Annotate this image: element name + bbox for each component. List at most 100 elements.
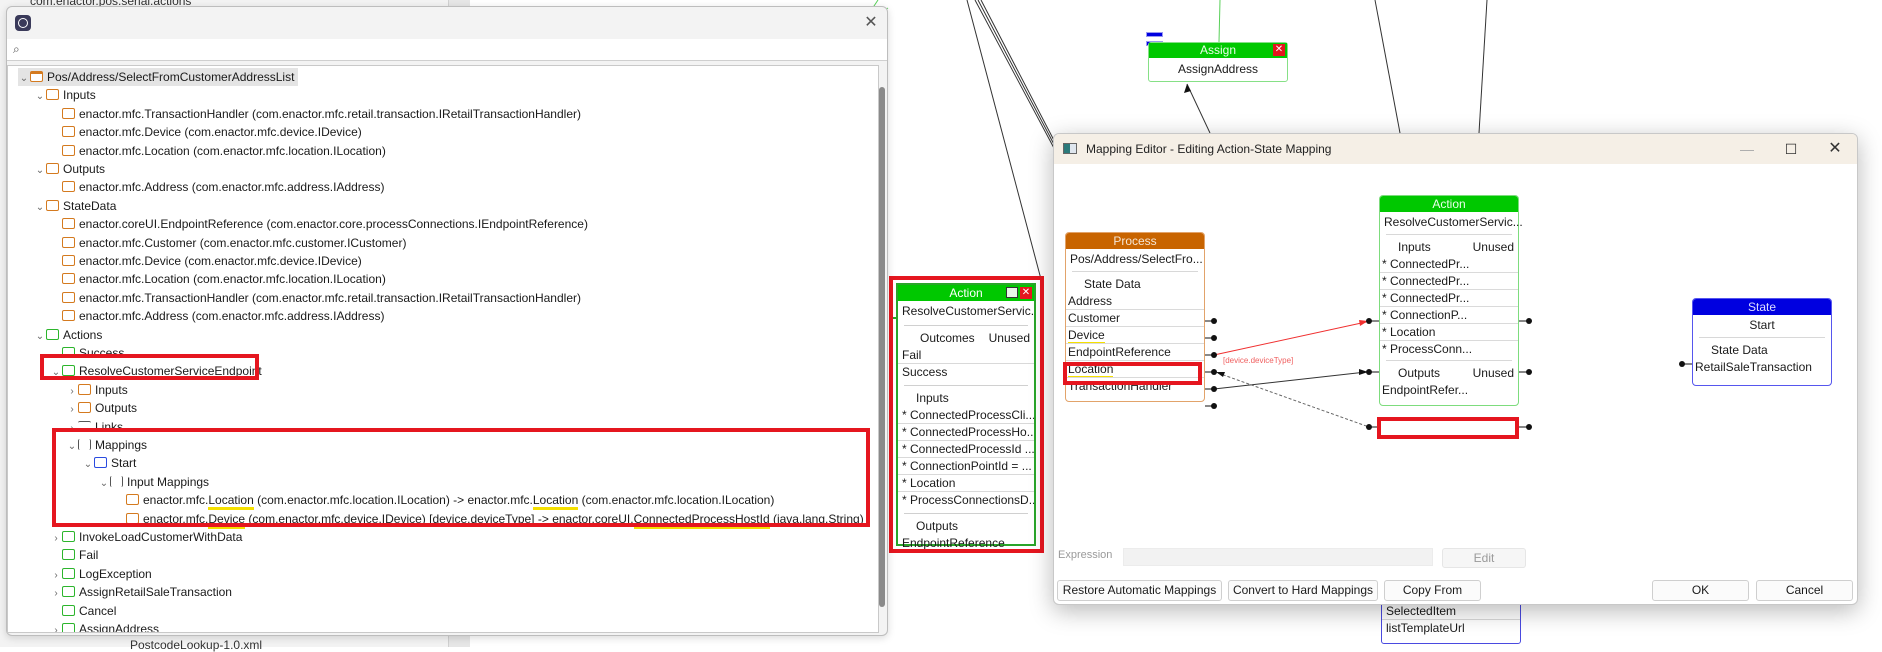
tree-item[interactable]: enactor.coreUI.EndpointReference (com.en… bbox=[50, 215, 588, 233]
close-button[interactable]: ✕ bbox=[1813, 134, 1857, 164]
state-node-partial[interactable]: SelectedItem listTemplateUrl bbox=[1381, 600, 1521, 644]
state-data-row[interactable]: Device bbox=[1066, 327, 1204, 344]
chevron-right-icon[interactable]: › bbox=[50, 567, 62, 585]
edit-button[interactable]: Edit bbox=[1442, 548, 1526, 568]
tree-item[interactable]: Success bbox=[50, 344, 124, 362]
input-row[interactable]: * ConnectionPointId = ... bbox=[898, 458, 1034, 475]
close-icon[interactable]: ✕ bbox=[861, 13, 881, 33]
tree-item[interactable]: ⌄ ResolveCustomerServiceEndpoint bbox=[50, 362, 262, 380]
port[interactable] bbox=[1211, 318, 1217, 324]
tree-item[interactable]: Fail bbox=[50, 546, 98, 564]
dialog-titlebar[interactable]: Mapping Editor - Editing Action-State Ma… bbox=[1054, 134, 1857, 164]
port[interactable] bbox=[1211, 369, 1217, 375]
state-data-row[interactable]: RetailSaleTransaction bbox=[1693, 359, 1831, 376]
port[interactable] bbox=[1211, 352, 1217, 358]
port[interactable] bbox=[1526, 318, 1532, 324]
port[interactable] bbox=[1366, 424, 1372, 430]
port[interactable] bbox=[1211, 403, 1217, 409]
mappings-icon[interactable] bbox=[1006, 287, 1018, 298]
chevron-down-icon[interactable]: ⌄ bbox=[98, 475, 110, 493]
port[interactable] bbox=[1526, 369, 1532, 375]
background-tree-item[interactable]: PostcodeLookup-1.0.xml bbox=[130, 638, 262, 652]
location-mapping-link[interactable] bbox=[1213, 371, 1367, 390]
chevron-down-icon[interactable]: ⌄ bbox=[18, 70, 30, 88]
tree-item[interactable]: enactor.mfc.Address (com.enactor.mfc.add… bbox=[50, 178, 384, 196]
filter-input[interactable] bbox=[29, 41, 849, 59]
tree-item[interactable]: ⌄ Mappings bbox=[66, 436, 147, 454]
tree-item[interactable]: › Inputs bbox=[66, 381, 127, 401]
tree-item[interactable]: enactor.mfc.Device (com.enactor.mfc.devi… bbox=[50, 252, 362, 270]
input-row[interactable]: * ConnectedPr... bbox=[1380, 273, 1518, 290]
output-row[interactable]: EndpointReference bbox=[898, 535, 1034, 552]
outline-filter[interactable]: ⌕ bbox=[7, 39, 887, 61]
outcome-row[interactable]: Fail bbox=[898, 347, 1034, 364]
assign-node[interactable]: Assign ✕ AssignAddress bbox=[1148, 42, 1288, 82]
tree-item[interactable]: ⌄ Input Mappings bbox=[98, 473, 209, 491]
tree-item[interactable]: › LogException bbox=[50, 565, 151, 585]
input-row[interactable]: * Location bbox=[898, 475, 1034, 492]
port[interactable] bbox=[1366, 369, 1372, 375]
state-data-row[interactable]: Customer bbox=[1066, 310, 1204, 327]
chevron-right-icon[interactable]: › bbox=[50, 585, 62, 603]
device-mapping-link[interactable] bbox=[1213, 321, 1367, 356]
ok-button[interactable]: OK bbox=[1652, 580, 1749, 601]
endpoint-output-link[interactable] bbox=[1217, 372, 1370, 428]
input-row[interactable]: * ConnectedProcessId ... bbox=[898, 441, 1034, 458]
minimize-button[interactable]: — bbox=[1725, 134, 1769, 164]
tree-item[interactable]: ⌄ StateData bbox=[34, 197, 117, 217]
tree-item[interactable]: ⌄ Pos/Address/SelectFromCustomerAddressLi… bbox=[18, 68, 299, 88]
scrollbar-thumb[interactable] bbox=[879, 87, 885, 607]
restore-automatic-mappings-button[interactable]: Restore Automatic Mappings bbox=[1057, 580, 1222, 601]
state-data-row[interactable]: TransactionHandler bbox=[1066, 378, 1204, 395]
chevron-right-icon[interactable]: › bbox=[66, 383, 78, 401]
outcome-row[interactable]: Success bbox=[898, 364, 1034, 381]
tree-item[interactable]: › Outputs bbox=[66, 399, 137, 417]
input-row[interactable]: * ProcessConnectionsD... bbox=[898, 492, 1034, 509]
tree-item[interactable]: › AssignAddress bbox=[50, 620, 159, 632]
tree-item[interactable]: enactor.mfc.Address (com.enactor.mfc.add… bbox=[50, 307, 384, 325]
tree-item[interactable]: Cancel bbox=[50, 602, 116, 620]
chevron-down-icon[interactable]: ⌄ bbox=[50, 364, 62, 382]
chevron-down-icon[interactable]: ⌄ bbox=[82, 456, 94, 474]
tree-item[interactable]: enactor.mfc.TransactionHandler (com.enac… bbox=[50, 289, 581, 307]
input-row[interactable]: * ProcessConn... bbox=[1380, 341, 1518, 358]
chevron-right-icon[interactable]: › bbox=[66, 401, 78, 419]
chevron-right-icon[interactable]: › bbox=[66, 420, 78, 438]
output-row[interactable]: EndpointRefer... bbox=[1380, 382, 1518, 399]
tree-item[interactable]: enactor.mfc.Device (com.enactor.mfc.devi… bbox=[114, 510, 864, 529]
expression-input[interactable] bbox=[1123, 548, 1433, 566]
state-data-row[interactable]: Location bbox=[1066, 361, 1204, 378]
action-node[interactable]: Action ✕ ResolveCustomerServic... Outcom… bbox=[896, 283, 1036, 550]
chevron-down-icon[interactable]: ⌄ bbox=[34, 199, 46, 217]
maximize-button[interactable]: ☐ bbox=[1769, 134, 1813, 164]
tree-item[interactable]: enactor.mfc.Location (com.enactor.mfc.lo… bbox=[114, 491, 774, 511]
chevron-right-icon[interactable]: › bbox=[50, 530, 62, 548]
state-data-row[interactable]: Address bbox=[1066, 293, 1204, 310]
cancel-button[interactable]: Cancel bbox=[1756, 580, 1853, 601]
tree-item[interactable]: ⌄ Inputs bbox=[34, 86, 96, 104]
input-row[interactable]: * Location bbox=[1380, 324, 1518, 341]
tree-item[interactable]: enactor.mfc.Location (com.enactor.mfc.lo… bbox=[50, 142, 386, 160]
input-row[interactable]: * ConnectedPr... bbox=[1380, 256, 1518, 273]
tree-item[interactable]: enactor.mfc.Customer (com.enactor.mfc.cu… bbox=[50, 234, 406, 252]
tree-item[interactable]: › Links bbox=[66, 418, 123, 436]
input-row[interactable]: * ConnectionP... bbox=[1380, 307, 1518, 324]
input-row[interactable]: * ConnectedPr... bbox=[1380, 290, 1518, 307]
input-row[interactable]: * ConnectedProcessCli... bbox=[898, 407, 1034, 424]
chevron-down-icon[interactable]: ⌄ bbox=[34, 88, 46, 106]
input-row[interactable]: * ConnectedProcessHo... bbox=[898, 424, 1034, 441]
port[interactable] bbox=[1211, 386, 1217, 392]
process-node[interactable]: Process Pos/Address/SelectFro... State D… bbox=[1065, 232, 1205, 402]
port[interactable] bbox=[1211, 335, 1217, 341]
tree-item[interactable]: ⌄ Outputs bbox=[34, 160, 105, 178]
state-node[interactable]: State Start State Data RetailSaleTransac… bbox=[1692, 298, 1832, 386]
chevron-right-icon[interactable]: › bbox=[50, 622, 62, 632]
chevron-down-icon[interactable]: ⌄ bbox=[66, 438, 78, 456]
tree-item[interactable]: enactor.mfc.TransactionHandler (com.enac… bbox=[50, 105, 581, 123]
tree-item[interactable]: › AssignRetailSaleTransaction bbox=[50, 583, 232, 601]
action-node[interactable]: Action ResolveCustomerServic... Inputs U… bbox=[1379, 195, 1523, 406]
state-data-row[interactable]: EndpointReference bbox=[1066, 344, 1204, 361]
chevron-down-icon[interactable]: ⌄ bbox=[34, 162, 46, 180]
port[interactable] bbox=[1526, 424, 1532, 430]
tree-item[interactable]: enactor.mfc.Location (com.enactor.mfc.lo… bbox=[50, 270, 386, 288]
